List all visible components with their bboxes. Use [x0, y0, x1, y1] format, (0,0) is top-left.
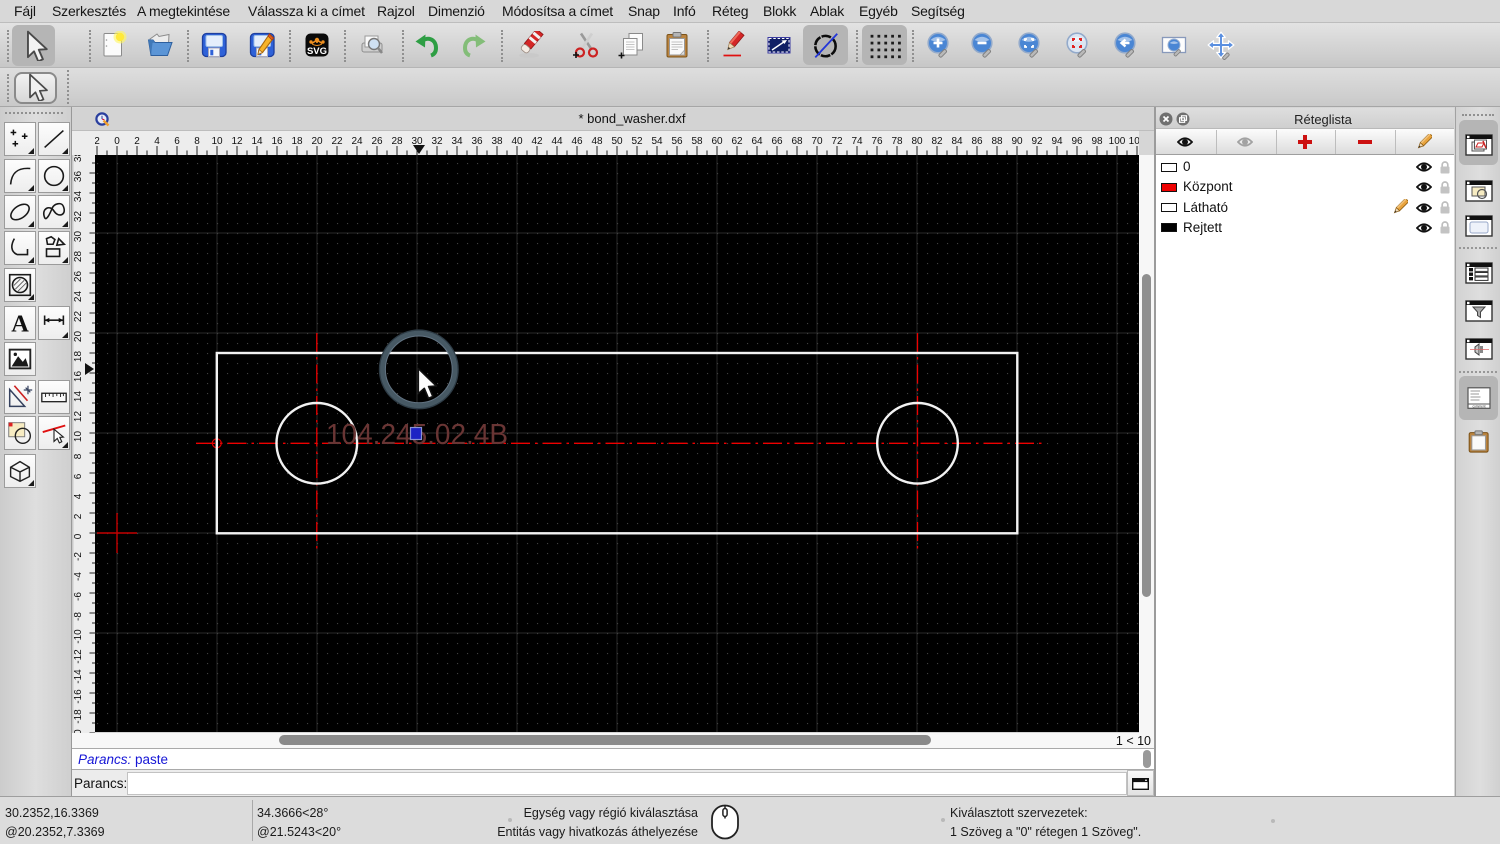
- svg-text:2: 2: [134, 136, 140, 147]
- svg-text:8: 8: [194, 136, 200, 147]
- svg-text:42: 42: [531, 136, 543, 147]
- svg-text:86: 86: [971, 136, 983, 147]
- svg-text:72: 72: [831, 136, 843, 147]
- svg-text:76: 76: [871, 136, 883, 147]
- svg-text:22: 22: [73, 311, 84, 323]
- svg-text:A: A: [11, 310, 29, 337]
- svg-text:98: 98: [1091, 136, 1103, 147]
- svg-text:58: 58: [691, 136, 703, 147]
- svg-text:28: 28: [73, 251, 84, 263]
- svg-text:4: 4: [154, 136, 160, 147]
- svg-text:-6: -6: [73, 592, 84, 601]
- svg-text:8: 8: [73, 453, 84, 459]
- svg-text:82: 82: [931, 136, 943, 147]
- svg-text:38: 38: [491, 136, 503, 147]
- svg-text:26: 26: [73, 271, 84, 283]
- svg-text:18: 18: [291, 136, 303, 147]
- svg-text:32: 32: [431, 136, 443, 147]
- svg-text:34: 34: [451, 136, 463, 147]
- svg-text:0: 0: [73, 533, 84, 539]
- svg-text:2: 2: [95, 136, 100, 147]
- svg-text:100: 100: [1109, 136, 1126, 147]
- svg-text:2: 2: [73, 513, 84, 519]
- svg-text:48: 48: [591, 136, 603, 147]
- svg-text:102: 102: [1129, 136, 1139, 147]
- svg-text:64: 64: [751, 136, 763, 147]
- svg-text:78: 78: [891, 136, 903, 147]
- svg-text:-10: -10: [73, 629, 84, 644]
- svg-text:66: 66: [771, 136, 783, 147]
- svg-text:0: 0: [114, 136, 120, 147]
- svg-text:24: 24: [351, 136, 363, 147]
- svg-text:28: 28: [391, 136, 403, 147]
- svg-text:54: 54: [651, 136, 663, 147]
- svg-text:14: 14: [73, 391, 84, 403]
- svg-text:6: 6: [174, 136, 180, 147]
- svg-text:62: 62: [731, 136, 743, 147]
- svg-text:-4: -4: [73, 572, 84, 581]
- svg-text:32: 32: [73, 211, 84, 223]
- svg-text:-8: -8: [73, 612, 84, 621]
- svg-text:70: 70: [811, 136, 823, 147]
- svg-text:22: 22: [331, 136, 343, 147]
- svg-text:44: 44: [551, 136, 563, 147]
- svg-text:74: 74: [851, 136, 863, 147]
- svg-text:-18: -18: [73, 709, 84, 724]
- svg-text:4: 4: [73, 493, 84, 499]
- svg-text:52: 52: [631, 136, 643, 147]
- svg-text:14: 14: [251, 136, 263, 147]
- svg-text:34: 34: [73, 191, 84, 203]
- svg-text:-12: -12: [73, 649, 84, 664]
- svg-text:96: 96: [1071, 136, 1083, 147]
- svg-text:94: 94: [1051, 136, 1063, 147]
- svg-text:12: 12: [231, 136, 243, 147]
- svg-text:6: 6: [73, 473, 84, 479]
- svg-text:20: 20: [73, 331, 84, 343]
- svg-text:26: 26: [371, 136, 383, 147]
- svg-text:comment: comment: [1472, 405, 1485, 409]
- svg-text:-14: -14: [73, 669, 84, 684]
- svg-text:80: 80: [911, 136, 923, 147]
- svg-text:16: 16: [271, 136, 283, 147]
- svg-text:-16: -16: [73, 689, 84, 704]
- svg-text:18: 18: [73, 351, 84, 363]
- svg-text:40: 40: [511, 136, 523, 147]
- svg-text:-2: -2: [73, 552, 84, 561]
- svg-text:60: 60: [711, 136, 723, 147]
- svg-text:20: 20: [311, 136, 323, 147]
- svg-text:38: 38: [73, 155, 84, 162]
- svg-text:84: 84: [951, 136, 963, 147]
- svg-text:56: 56: [671, 136, 683, 147]
- svg-text:10: 10: [73, 431, 84, 443]
- svg-text:10: 10: [211, 136, 223, 147]
- svg-text:SVG: SVG: [307, 46, 327, 57]
- svg-text:46: 46: [571, 136, 583, 147]
- svg-text:50: 50: [611, 136, 623, 147]
- svg-text:36: 36: [471, 136, 483, 147]
- svg-text:92: 92: [1031, 136, 1043, 147]
- svg-text:30: 30: [73, 231, 84, 243]
- svg-text:68: 68: [791, 136, 803, 147]
- svg-text:12: 12: [73, 411, 84, 423]
- svg-text:36: 36: [73, 171, 84, 183]
- svg-text:90: 90: [1011, 136, 1023, 147]
- svg-text:16: 16: [73, 371, 84, 383]
- svg-text:24: 24: [73, 291, 84, 303]
- svg-text:88: 88: [991, 136, 1003, 147]
